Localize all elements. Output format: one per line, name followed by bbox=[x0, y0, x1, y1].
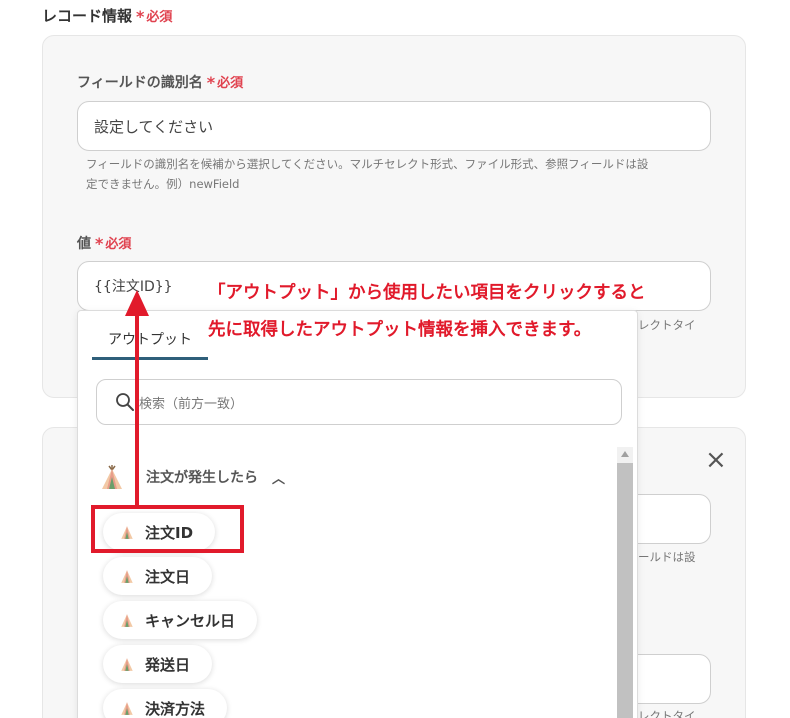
annotation-arrow bbox=[125, 290, 149, 508]
annotation-line-2: 先に取得したアウトプット情報を挿入できます。 bbox=[208, 320, 592, 340]
annotation-line-1: 「アウトプット」から使用したい項目をクリックすると bbox=[208, 283, 646, 303]
